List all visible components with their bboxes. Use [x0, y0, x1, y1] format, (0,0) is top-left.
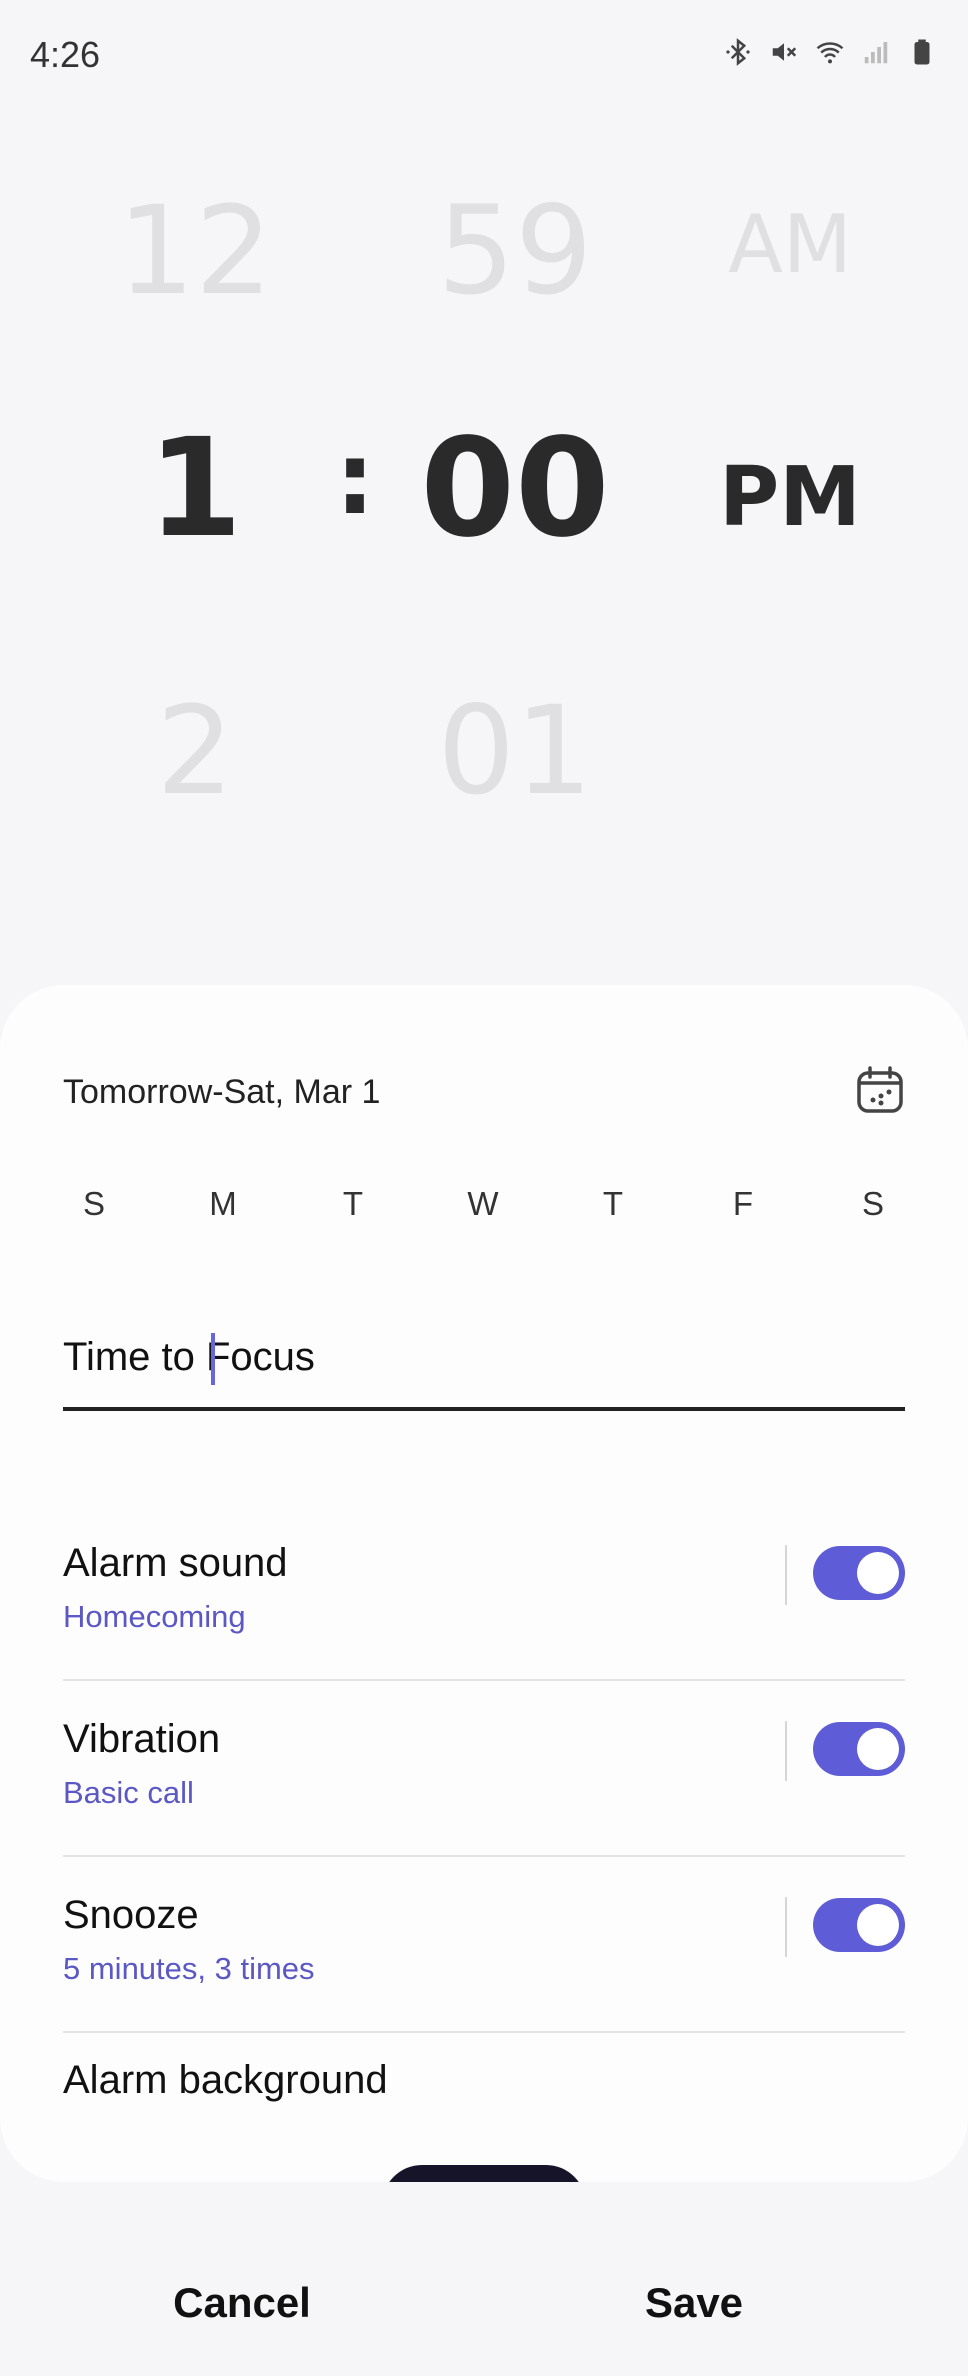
battery-icon — [906, 36, 938, 68]
hour-selected[interactable]: 1 — [100, 410, 290, 568]
setting-alarm-background[interactable]: Alarm background — [63, 2050, 905, 2130]
save-button[interactable]: Save — [452, 2230, 936, 2376]
alarm-sound-value: Homecoming — [63, 1599, 246, 1634]
day-friday[interactable]: F — [713, 1185, 773, 1223]
day-saturday[interactable]: S — [843, 1185, 903, 1223]
vibration-toggle[interactable] — [813, 1722, 905, 1776]
alarm-background-preview[interactable] — [382, 2165, 586, 2182]
hour-next[interactable]: 2 — [100, 680, 290, 822]
setting-alarm-sound[interactable]: Alarm sound Homecoming — [63, 1505, 905, 1681]
day-monday[interactable]: M — [193, 1185, 253, 1223]
signal-icon — [860, 36, 892, 68]
alarm-name-input[interactable]: Time to Focus — [63, 1315, 905, 1411]
snooze-value: 5 minutes, 3 times — [63, 1951, 315, 1986]
vibration-value: Basic call — [63, 1775, 194, 1810]
snooze-title: Snooze — [63, 1893, 199, 1937]
alarm-edit-screen: 4:26 12 1 2 : 59 00 01 AM PM Tomorrow-Sa… — [0, 0, 968, 2376]
time-picker[interactable]: 12 1 2 : 59 00 01 AM PM — [0, 150, 968, 850]
day-tuesday[interactable]: T — [323, 1185, 383, 1223]
alarm-sound-toggle[interactable] — [813, 1546, 905, 1600]
toggle-knob — [857, 1552, 899, 1594]
mute-icon — [768, 36, 800, 68]
ampm-prev[interactable]: AM — [700, 198, 880, 291]
date-label: Tomorrow-Sat, Mar 1 — [63, 1073, 381, 1111]
hour-prev[interactable]: 12 — [100, 180, 290, 322]
wifi-icon — [814, 36, 846, 68]
status-icons — [722, 36, 938, 68]
alarm-background-title: Alarm background — [63, 2058, 388, 2102]
day-thursday[interactable]: T — [583, 1185, 643, 1223]
alarm-sound-title: Alarm sound — [63, 1541, 288, 1585]
vibration-title: Vibration — [63, 1717, 221, 1761]
time-separator: : — [335, 420, 375, 537]
date-row: Tomorrow-Sat, Mar 1 — [63, 1065, 905, 1125]
alarm-settings-sheet: Tomorrow-Sat, Mar 1 S M T W T F S Time t… — [0, 985, 968, 2182]
toggle-knob — [857, 1728, 899, 1770]
setting-separator — [785, 1721, 787, 1781]
snooze-toggle[interactable] — [813, 1898, 905, 1952]
day-sunday[interactable]: S — [64, 1185, 124, 1223]
ampm-selected[interactable]: PM — [700, 450, 880, 545]
setting-vibration[interactable]: Vibration Basic call — [63, 1681, 905, 1857]
setting-snooze[interactable]: Snooze 5 minutes, 3 times — [63, 1857, 905, 2033]
bottom-action-bar: Cancel Save — [0, 2230, 968, 2376]
setting-separator — [785, 1545, 787, 1605]
status-time: 4:26 — [30, 34, 101, 75]
weekday-selector: S M T W T F S — [63, 1185, 905, 1235]
calendar-icon[interactable] — [855, 1065, 905, 1115]
toggle-knob — [857, 1904, 899, 1946]
minute-next[interactable]: 01 — [410, 680, 620, 822]
status-bar: 4:26 — [0, 0, 968, 110]
cancel-button[interactable]: Cancel — [0, 2230, 484, 2376]
alarm-name-value: Time to Focus — [63, 1335, 315, 1379]
day-wednesday[interactable]: W — [453, 1185, 513, 1223]
bluetooth-icon — [722, 36, 754, 68]
text-cursor — [211, 1333, 215, 1385]
minute-prev[interactable]: 59 — [410, 180, 620, 322]
minute-selected[interactable]: 00 — [410, 410, 620, 568]
setting-separator — [785, 1897, 787, 1957]
